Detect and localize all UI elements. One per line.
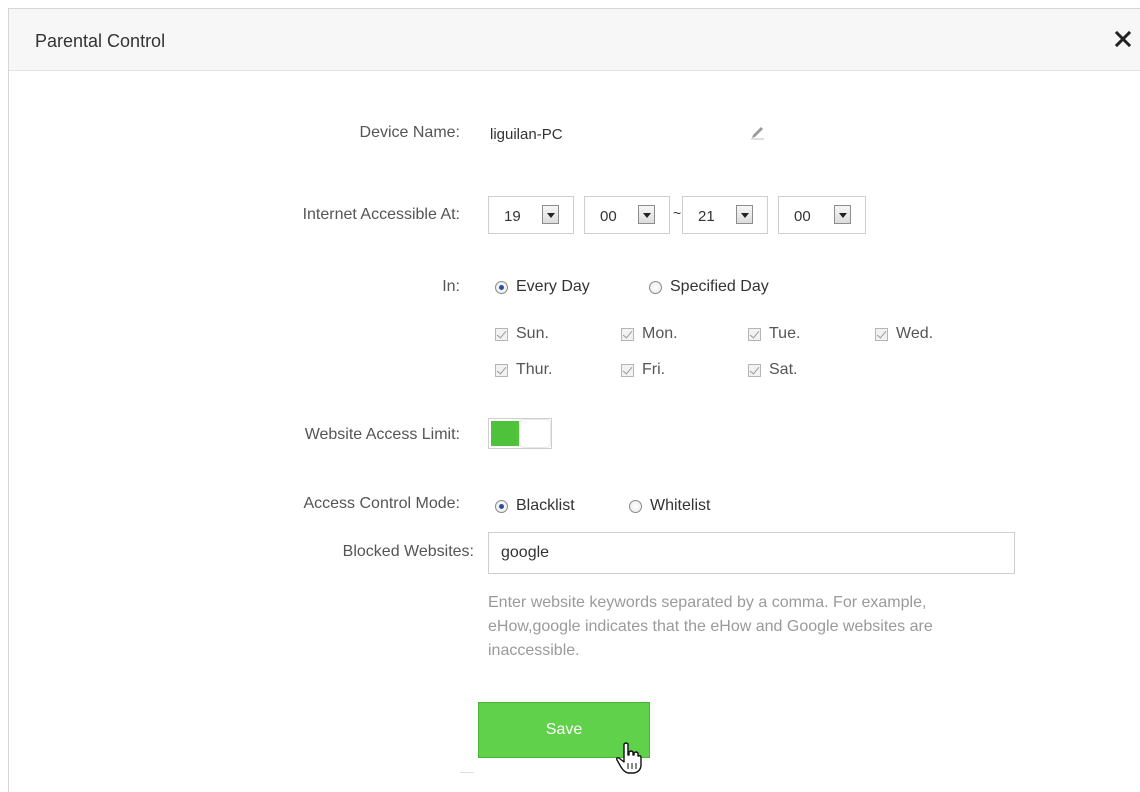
- checkbox-checked-icon: [621, 327, 634, 341]
- start-minute-value: 00: [600, 208, 617, 225]
- every-day-label: Every Day: [516, 278, 590, 295]
- access-time-label: Internet Accessible At:: [302, 206, 460, 223]
- hand-cursor-icon: [616, 742, 642, 774]
- checkbox-checked-icon: [875, 327, 888, 341]
- start-hour-select[interactable]: 19: [488, 196, 574, 234]
- close-icon[interactable]: [1113, 29, 1133, 49]
- end-minute-value: 00: [794, 208, 811, 225]
- checkbox-checked-icon: [495, 327, 508, 341]
- time-separator: ~: [673, 205, 682, 221]
- checkbox-checked-icon: [495, 363, 508, 377]
- radio-unselected-icon: [629, 499, 642, 513]
- toggle-on-fill: [491, 421, 519, 446]
- radio-unselected-icon: [649, 280, 662, 294]
- day-checkbox-fri[interactable]: Fri.: [621, 361, 665, 379]
- days-label: In:: [442, 278, 460, 295]
- day-checkbox-wed[interactable]: Wed.: [875, 325, 933, 343]
- radio-selected-icon: [495, 499, 508, 513]
- checkbox-checked-icon: [748, 327, 761, 341]
- blocked-websites-label: Blocked Websites:: [342, 543, 474, 560]
- chevron-down-icon: [834, 205, 851, 224]
- day-checkbox-tue[interactable]: Tue.: [748, 325, 800, 343]
- chevron-down-icon: [638, 205, 655, 224]
- day-checkbox-sat[interactable]: Sat.: [748, 361, 797, 379]
- day-label: Fri.: [642, 361, 666, 378]
- chevron-down-icon: [542, 205, 559, 224]
- divider: [460, 772, 474, 773]
- day-label: Wed.: [896, 325, 934, 342]
- radio-selected-icon: [495, 280, 508, 294]
- dialog-title: Parental Control: [35, 31, 166, 51]
- toggle-knob: [520, 420, 550, 447]
- specified-day-label: Specified Day: [670, 278, 769, 295]
- website-limit-toggle[interactable]: [488, 418, 552, 449]
- mode-label: Access Control Mode:: [303, 495, 460, 512]
- end-minute-select[interactable]: 00: [778, 196, 866, 234]
- checkbox-checked-icon: [621, 363, 634, 377]
- checkbox-checked-icon: [748, 363, 761, 377]
- day-checkbox-thur[interactable]: Thur.: [495, 361, 552, 379]
- day-checkbox-sun[interactable]: Sun.: [495, 325, 549, 343]
- blocked-websites-input[interactable]: [488, 532, 1015, 574]
- chevron-down-icon: [736, 205, 753, 224]
- website-limit-label: Website Access Limit:: [304, 426, 460, 443]
- end-hour-value: 21: [698, 208, 715, 225]
- day-checkbox-mon[interactable]: Mon.: [621, 325, 678, 343]
- whitelist-label: Whitelist: [650, 497, 711, 514]
- pencil-icon[interactable]: [748, 122, 766, 140]
- day-label: Thur.: [516, 361, 553, 378]
- day-label: Sat.: [769, 361, 798, 378]
- device-name-value: liguilan-PC: [490, 126, 563, 143]
- start-hour-value: 19: [504, 208, 521, 225]
- day-label: Tue.: [769, 325, 801, 342]
- dialog-header: Parental Control: [9, 9, 1140, 71]
- blocked-websites-hint: Enter website keywords separated by a co…: [488, 594, 933, 659]
- device-name-label: Device Name:: [359, 124, 460, 141]
- day-label: Mon.: [642, 325, 678, 342]
- blacklist-radio[interactable]: Blacklist: [495, 497, 575, 515]
- specified-day-radio[interactable]: Specified Day: [649, 278, 769, 296]
- start-minute-select[interactable]: 00: [584, 196, 670, 234]
- day-label: Sun.: [516, 325, 549, 342]
- blacklist-label: Blacklist: [516, 497, 575, 514]
- whitelist-radio[interactable]: Whitelist: [629, 497, 710, 515]
- every-day-radio[interactable]: Every Day: [495, 278, 590, 296]
- parental-control-dialog: Parental Control: [8, 8, 1140, 792]
- end-hour-select[interactable]: 21: [682, 196, 768, 234]
